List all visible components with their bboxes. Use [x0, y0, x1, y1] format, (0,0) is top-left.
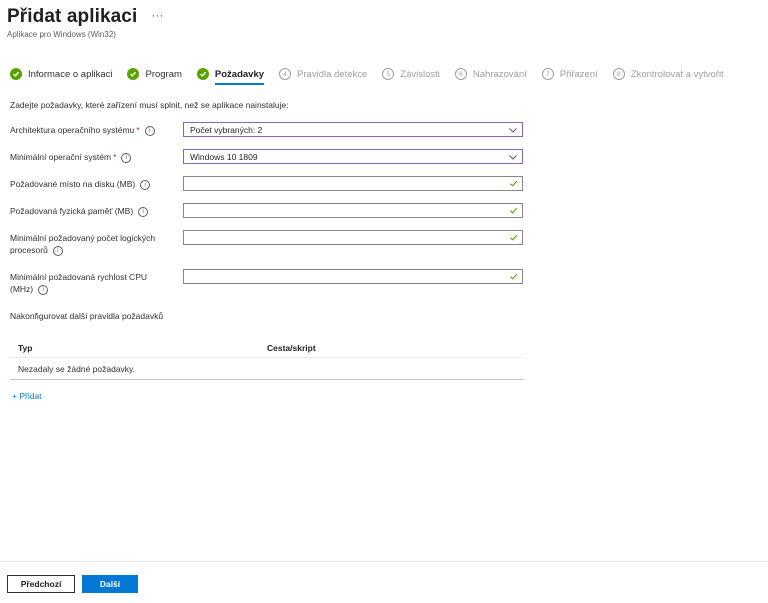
check-circle-icon — [196, 68, 209, 80]
step-supersedence[interactable]: 6 Nahrazování — [454, 68, 527, 80]
chevron-down-icon — [509, 154, 517, 160]
disk-space-input[interactable] — [183, 176, 523, 191]
selected-value: Počet vybraných: 2 — [190, 124, 263, 135]
min-os-label: Minimální operační systém * i — [10, 151, 132, 163]
step-label: Přiřazení — [559, 68, 598, 80]
step-number-icon: 8 — [612, 68, 625, 80]
step-label: Požadavky — [214, 68, 265, 80]
info-icon[interactable]: i — [140, 179, 151, 190]
os-architecture-select[interactable]: Počet vybraných: 2 — [183, 122, 523, 137]
step-number-icon: 5 — [382, 68, 395, 80]
checkmark-icon — [509, 273, 518, 280]
wizard-steps: Informace o aplikaci Program Požadavky 4… — [10, 68, 739, 85]
column-header-path[interactable]: Cesta/skript — [267, 343, 316, 353]
intro-text: Zadejte požadavky, které zařízení musí s… — [10, 100, 289, 110]
requirement-rules-table: Typ Cesta/skript Nezadaly se žádné požad… — [10, 338, 524, 380]
label-text: Požadovaná fyzická paměť (MB) — [10, 206, 134, 216]
os-architecture-label: Architektura operačního systému * i — [10, 124, 155, 136]
column-header-type[interactable]: Typ — [10, 343, 267, 353]
physical-memory-label: Požadovaná fyzická paměť (MB) i — [10, 205, 149, 217]
physical-memory-input[interactable] — [183, 203, 523, 218]
step-app-info[interactable]: Informace o aplikaci — [10, 68, 112, 80]
step-label: Zkontrolovat a vytvořit — [630, 68, 724, 80]
logical-processors-input[interactable] — [183, 230, 523, 245]
step-label: Pravidla detekce — [297, 68, 368, 80]
required-marker: * — [136, 125, 140, 135]
page-title: Přidat aplikaci — [7, 6, 138, 27]
step-label: Závislosti — [400, 68, 440, 80]
step-number-icon: 6 — [454, 68, 467, 80]
table-empty-row: Nezadaly se žádné požadavky. — [10, 358, 524, 380]
step-assignments[interactable]: 7 Přiřazení — [541, 68, 598, 80]
step-program[interactable]: Program — [127, 68, 182, 80]
label-text: Architektura operačního systému — [10, 125, 135, 135]
step-requirements[interactable]: Požadavky — [196, 68, 265, 85]
step-number-icon: 4 — [279, 68, 292, 80]
info-icon[interactable]: i — [144, 125, 155, 136]
label-text: (MHz) — [10, 284, 34, 294]
next-button[interactable]: Další — [82, 575, 138, 593]
info-icon[interactable]: i — [52, 245, 63, 256]
chevron-down-icon — [509, 127, 517, 133]
table-header: Typ Cesta/skript — [10, 338, 524, 358]
step-number-icon: 7 — [541, 68, 554, 80]
page-header: Přidat aplikaci ··· Aplikace pro Windows… — [7, 6, 163, 39]
cpu-speed-label: Minimální požadovaná rychlost CPU (MHz) i — [10, 271, 147, 295]
label-text: Minimální požadovaný počet logických — [10, 233, 156, 243]
previous-button[interactable]: Předchozí — [7, 575, 75, 593]
info-icon[interactable]: i — [38, 284, 49, 295]
step-label: Program — [145, 68, 182, 80]
step-detection-rules[interactable]: 4 Pravidla detekce — [279, 68, 367, 80]
info-icon[interactable]: i — [121, 152, 132, 163]
checkmark-icon — [509, 180, 518, 187]
check-circle-icon — [127, 68, 140, 80]
info-icon[interactable]: i — [138, 206, 149, 217]
add-rule-link[interactable]: + Přidat — [12, 391, 42, 401]
additional-rules-title: Nakonfigurovat další pravidla požadavků — [10, 311, 164, 321]
step-label: Informace o aplikaci — [28, 68, 113, 80]
checkmark-icon — [509, 207, 518, 214]
check-circle-icon — [10, 68, 22, 80]
step-label: Nahrazování — [472, 68, 527, 80]
page-subtitle: Aplikace pro Windows (Win32) — [7, 30, 116, 39]
label-text: Minimální operační systém — [10, 152, 112, 162]
required-marker: * — [113, 152, 117, 162]
label-text: procesorů — [10, 245, 48, 255]
selected-value: Windows 10 1809 — [190, 151, 258, 162]
footer-bar: Předchozí Další — [0, 561, 768, 603]
disk-space-label: Požadované místo na disku (MB) i — [10, 178, 151, 190]
label-text: Minimální požadovaná rychlost CPU — [10, 272, 148, 282]
cpu-speed-input[interactable] — [183, 269, 523, 284]
logical-processors-label: Minimální požadovaný počet logických pro… — [10, 232, 155, 256]
more-options-button[interactable]: ··· — [151, 8, 163, 22]
step-dependencies[interactable]: 5 Závislosti — [382, 68, 440, 80]
empty-message: Nezadaly se žádné požadavky. — [18, 363, 136, 374]
step-review-create[interactable]: 8 Zkontrolovat a vytvořit — [612, 68, 724, 80]
checkmark-icon — [509, 234, 518, 241]
label-text: Požadované místo na disku (MB) — [10, 179, 136, 189]
min-os-select[interactable]: Windows 10 1809 — [183, 149, 523, 164]
